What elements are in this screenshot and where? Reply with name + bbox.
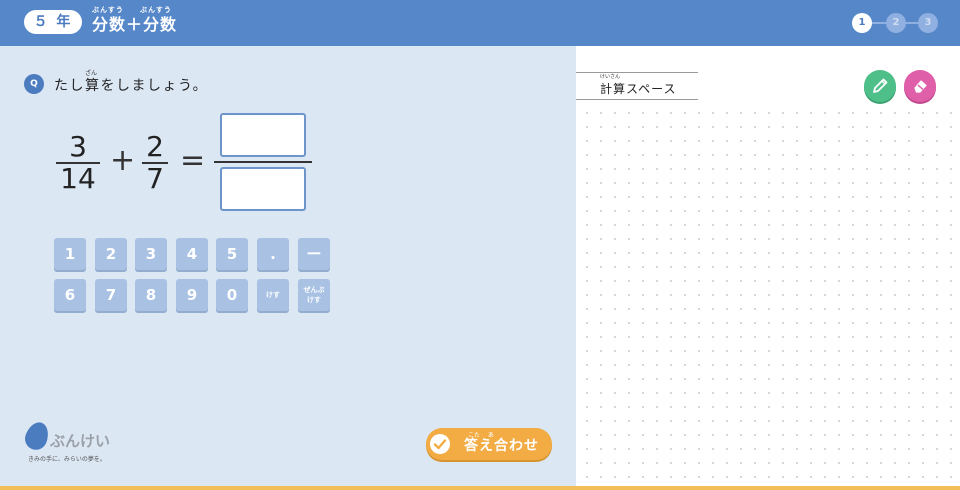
fraction-b-numerator: 2 <box>146 130 164 163</box>
calc-space-ruby: けいさん <box>600 74 621 80</box>
key-1[interactable]: 1 <box>54 238 86 270</box>
pen-button[interactable] <box>864 70 896 102</box>
grade-badge: ５ 年 <box>24 10 82 34</box>
key-2[interactable]: 2 <box>95 238 127 270</box>
erase-all-line1: ぜんぶ <box>303 286 325 294</box>
key-8[interactable]: 8 <box>135 279 167 311</box>
logo-name: ぶんけい <box>50 432 111 450</box>
key-4[interactable]: 4 <box>176 238 208 270</box>
key-decimal-point[interactable]: . <box>257 238 289 270</box>
header-bar: ５ 年 ぶんすう ぶんすう 分数＋分数 1 2 3 <box>0 0 960 46</box>
key-9[interactable]: 9 <box>176 279 208 311</box>
calc-space-text: 計算スペース <box>600 82 677 96</box>
equals-sign: = <box>180 143 206 178</box>
pencil-icon <box>873 78 888 93</box>
page-title: ぶんすう ぶんすう 分数＋分数 <box>92 6 177 35</box>
fraction-a: 3 14 <box>56 132 100 194</box>
title-text: 分数＋分数 <box>92 15 178 34</box>
title-ruby-2: ぶんすう <box>140 6 172 14</box>
fraction-b-denominator: 7 <box>146 162 164 195</box>
fraction-a-denominator: 14 <box>60 162 96 195</box>
calculation-space[interactable]: けいさん 計算スペース <box>576 46 960 486</box>
answer-fraction-bar <box>214 161 312 163</box>
key-3[interactable]: 3 <box>135 238 167 270</box>
step-2[interactable]: 2 <box>886 13 906 33</box>
plus-sign: + <box>110 143 136 178</box>
erase-all-line2: けす <box>307 296 321 304</box>
title-ruby-1: ぶんすう <box>92 6 124 14</box>
eraser-button[interactable] <box>904 70 936 102</box>
check-icon <box>430 434 450 454</box>
key-0[interactable]: 0 <box>216 279 248 311</box>
fraction-b: 2 7 <box>142 132 168 194</box>
check-answer-button[interactable]: こた あ 答え合わせ <box>426 428 552 460</box>
key-6[interactable]: 6 <box>54 279 86 311</box>
drop-icon <box>21 419 53 453</box>
dot-grid-canvas[interactable] <box>576 102 960 486</box>
key-erase-all[interactable]: ぜんぶ けす <box>298 279 330 311</box>
question-text: たし算をしましょう。 <box>54 78 209 94</box>
key-7[interactable]: 7 <box>95 279 127 311</box>
step-3[interactable]: 3 <box>918 13 938 33</box>
key-5[interactable]: 5 <box>216 238 248 270</box>
answer-denominator-input[interactable] <box>220 167 306 211</box>
key-minus[interactable]: ー <box>298 238 330 270</box>
step-indicator: 1 2 3 <box>852 12 938 34</box>
question-panel: Q ざん たし算をしましょう。 3 14 + 2 7 = 1 2 3 4 5 .… <box>0 46 576 486</box>
step-1[interactable]: 1 <box>852 13 872 33</box>
check-answer-label: 答え合わせ <box>464 438 539 454</box>
bottom-accent-bar <box>0 486 960 490</box>
answer-numerator-input[interactable] <box>220 113 306 157</box>
question-badge: Q <box>24 74 44 94</box>
logo-tagline: きみの手に、みらいの夢を。 <box>28 456 106 463</box>
eraser-icon <box>914 80 927 93</box>
fraction-a-numerator: 3 <box>69 130 87 163</box>
calc-space-label: けいさん 計算スペース <box>576 72 698 100</box>
key-erase[interactable]: けす <box>257 279 289 311</box>
